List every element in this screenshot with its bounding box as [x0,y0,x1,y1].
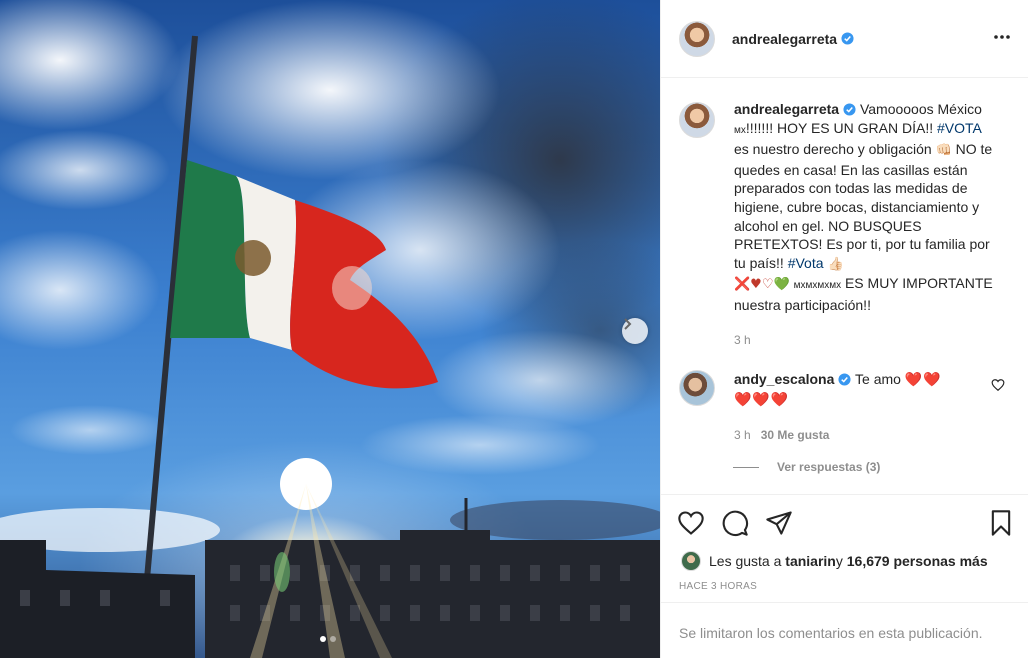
comment-meta: 3 h 30 Me gusta [734,426,984,445]
author-username[interactable]: andrealegarreta [732,31,837,47]
post-age[interactable]: HACE 3 HORAS [679,581,757,592]
bookmark-icon[interactable] [987,509,1015,537]
post-sidebar: andrealegarreta andrealegarreta Vamooooo… [660,0,1028,658]
carousel-next-button[interactable] [622,318,648,344]
thumbs-up-emoji: 👍🏻 [823,256,844,272]
instagram-post: andrealegarreta andrealegarreta Vamooooo… [0,0,1028,658]
comment-message: Te amo [851,371,905,387]
liker-username[interactable]: taniarin [785,553,836,569]
heart-outline-icon[interactable] [677,509,705,537]
caption-timestamp[interactable]: 3 h [734,331,994,350]
likes-count[interactable]: 16,679 personas más [847,553,988,569]
verified-badge-icon [838,373,851,386]
hashtag-link[interactable]: #VOTA [937,120,981,136]
more-options-icon[interactable] [993,28,1011,46]
caption-text-part: Vamooooos México [856,101,982,117]
fist-emoji: 👊🏻 [935,143,952,159]
mexico-flag-photo [0,0,660,658]
caption-text-part: es nuestro derecho y obligación [734,141,936,158]
comment-timestamp[interactable]: 3 h [734,428,751,442]
view-replies-button[interactable]: Ver respuestas (3) [733,460,880,474]
heart-emojis: ❤️❤️❤️ [734,392,790,408]
post-actions: Les gusta a taniarin y 16,679 personas m… [661,494,1028,592]
comment-bubble-icon[interactable] [721,509,749,537]
likes-summary: Les gusta a taniarin y 16,679 personas m… [681,551,988,571]
caption-mx: мх [734,124,746,136]
caption-text-part: !!!!!!! HOY ES UN GRAN DÍA!! [745,119,937,136]
avatar[interactable] [679,370,715,406]
verified-badge-icon [841,32,854,45]
post-header: andrealegarreta [661,0,1028,78]
caption-text-part: NO te quedes en casa! En las casillas es… [734,141,993,271]
carousel-dot-1 [320,636,326,642]
caption-text: andrealegarreta Vamooooos México мх!!!!!… [734,100,994,315]
comments-limited-notice: Se limitaron los comentarios en esta pub… [661,602,1028,658]
action-bar [677,509,1017,537]
comment-text: andy_escalona Te amo ❤️❤️ ❤️❤️❤️ [734,370,984,410]
avatar[interactable] [679,102,715,138]
carousel-dot-2 [330,636,336,642]
post-caption: andrealegarreta Vamooooos México мх!!!!!… [679,100,1011,349]
comment-like-heart-icon[interactable] [991,378,1005,392]
avatar[interactable] [679,20,715,57]
verified-badge-icon [843,103,856,116]
caption-body: andrealegarreta Vamooooos México мх!!!!!… [734,100,994,349]
comment-item: andy_escalona Te amo ❤️❤️ ❤️❤️❤️ 3 h 30 Me… [679,370,1019,445]
carousel-indicator [320,636,336,642]
heart-emojis: ❤️❤️ [904,372,942,388]
likes-prefix: Les gusta a [709,553,782,569]
replies-divider [733,466,759,468]
liker-avatar[interactable] [681,551,701,571]
paper-plane-icon[interactable] [765,509,793,537]
caption-username[interactable]: andrealegarreta [734,101,839,117]
post-image[interactable] [0,0,660,658]
comment-username[interactable]: andy_escalona [734,371,834,387]
hashtag-link[interactable]: #Vota [788,255,824,271]
likes-middle: y [835,553,843,569]
chevron-right-icon [624,318,632,330]
comment-likes[interactable]: 30 Me gusta [761,428,830,442]
emoji-sequence: ❌♥♡💚 [734,277,790,293]
comment-body: andy_escalona Te amo ❤️❤️ ❤️❤️❤️ 3 h 30 Me… [734,370,984,445]
view-replies-label: Ver respuestas (3) [777,460,881,474]
caption-mx: мхмхмхмх [793,280,842,292]
